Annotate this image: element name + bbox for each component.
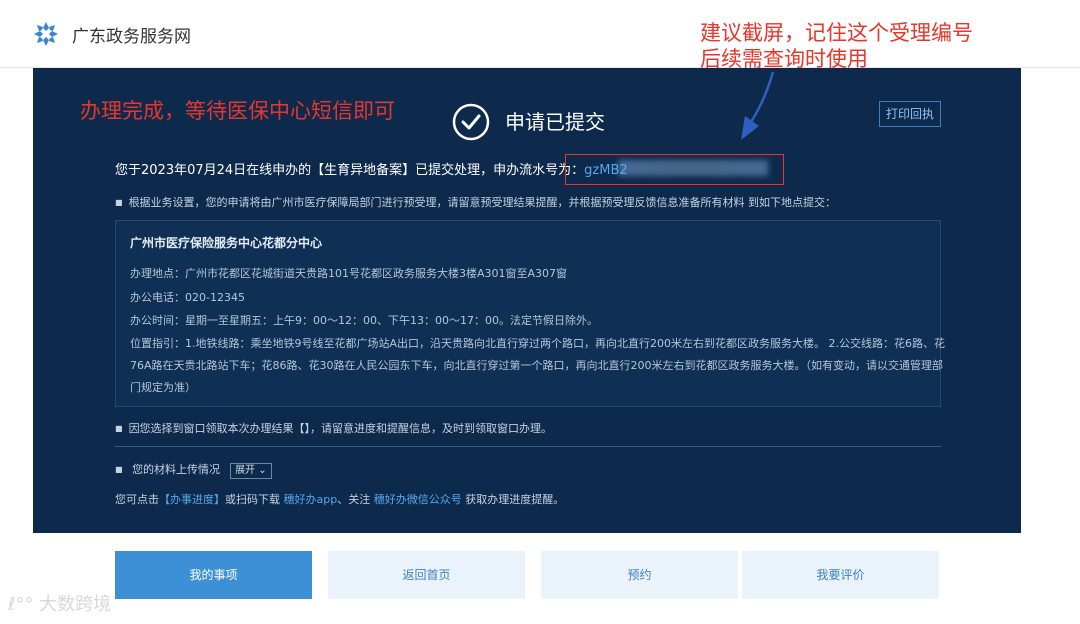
expand-materials-button[interactable]: 展开 ⌄: [230, 463, 272, 479]
materials-label: 您的材料上传情况: [132, 463, 221, 476]
watermark-logo-icon: ℓ°°: [8, 594, 34, 615]
annotation-arrow-icon: [741, 71, 775, 140]
office-directions-line3: 门规定为准）: [130, 381, 196, 394]
print-receipt-button[interactable]: 打印回执: [879, 101, 941, 127]
watermark: ℓ°° 大数跨境: [8, 590, 111, 616]
submission-summary: 您于2023年07月24日在线申办的【生育异地备案】已提交处理，申办流水号为：g…: [115, 159, 628, 178]
snowflake-logo-icon[interactable]: [32, 20, 60, 48]
app-link[interactable]: 穗好办app: [284, 493, 338, 506]
chevron-down-icon: ⌄: [255, 465, 267, 476]
wechat-link[interactable]: 穗好办微信公众号: [374, 493, 462, 506]
appointment-button[interactable]: 预约: [541, 551, 738, 599]
footer-prefix: 您可点击: [115, 493, 159, 506]
footer-middle: 或扫码下载: [225, 493, 280, 506]
office-address: 办理地点：广州市花都区花城街道天贵路101号花都区政务服务大楼3楼A301窗至A…: [130, 267, 568, 280]
office-name: 广州市医疗保险服务中心花都分中心: [130, 236, 323, 250]
screenshot-tip-annotation: 建议截屏，记住这个受理编号 后续需查询时使用: [700, 20, 973, 72]
window-pickup-notice: 因您选择到窗口领取本次办理结果【】，请留意进度和提醒信息，及时到领取窗口办理。: [115, 420, 553, 436]
progress-link[interactable]: 【办事进度】: [159, 493, 225, 506]
footer-suffix: 获取办理进度提醒。: [465, 493, 565, 506]
rate-button[interactable]: 我要评价: [742, 551, 939, 599]
expand-label: 展开: [235, 465, 256, 476]
office-directions-line2: 76A路在天贵北路站下车；花86路、花30路在人民公园东下车，向北直行穿过第一个…: [130, 359, 944, 372]
back-home-button[interactable]: 返回首页: [328, 551, 525, 599]
submitted-title: 申请已提交: [505, 110, 605, 134]
serial-highlight-box: [565, 154, 784, 185]
section-divider: [115, 446, 941, 447]
progress-reminder: 您可点击【办事进度】或扫码下载 穗好办app、关注 穗好办微信公众号 获取办理进…: [115, 491, 564, 507]
office-phone: 办公电话：020-12345: [130, 291, 245, 304]
watermark-text: 大数跨境: [39, 594, 112, 615]
tip-line-2: 后续需查询时使用: [700, 47, 868, 71]
check-circle-icon: [452, 103, 490, 141]
office-hours: 办公时间：星期一至星期五：上午9：00～12：00、下午13：00～17：00。…: [130, 314, 598, 327]
pre-review-notice: 根据业务设置，您的申请将由广州市医疗保障局部门进行预受理，请留意预受理结果提醒，…: [115, 194, 837, 210]
footer-separator: 、关注: [337, 493, 371, 506]
tip-line-1: 建议截屏，记住这个受理编号: [700, 21, 973, 45]
summary-text: 您于2023年07月24日在线申办的【生育异地备案】已提交处理，申办流水号为：: [115, 163, 585, 178]
materials-row: 您的材料上传情况展开 ⌄: [115, 461, 272, 479]
office-directions-line1: 位置指引：1.地铁线路：乘坐地铁9号线至花都广场站A出口，沿天贵路向北直行穿过两…: [130, 337, 945, 350]
done-annotation: 办理完成，等待医保中心短信即可: [80, 99, 395, 123]
my-items-button[interactable]: 我的事项: [115, 551, 312, 599]
site-name[interactable]: 广东政务服务网: [72, 22, 191, 47]
